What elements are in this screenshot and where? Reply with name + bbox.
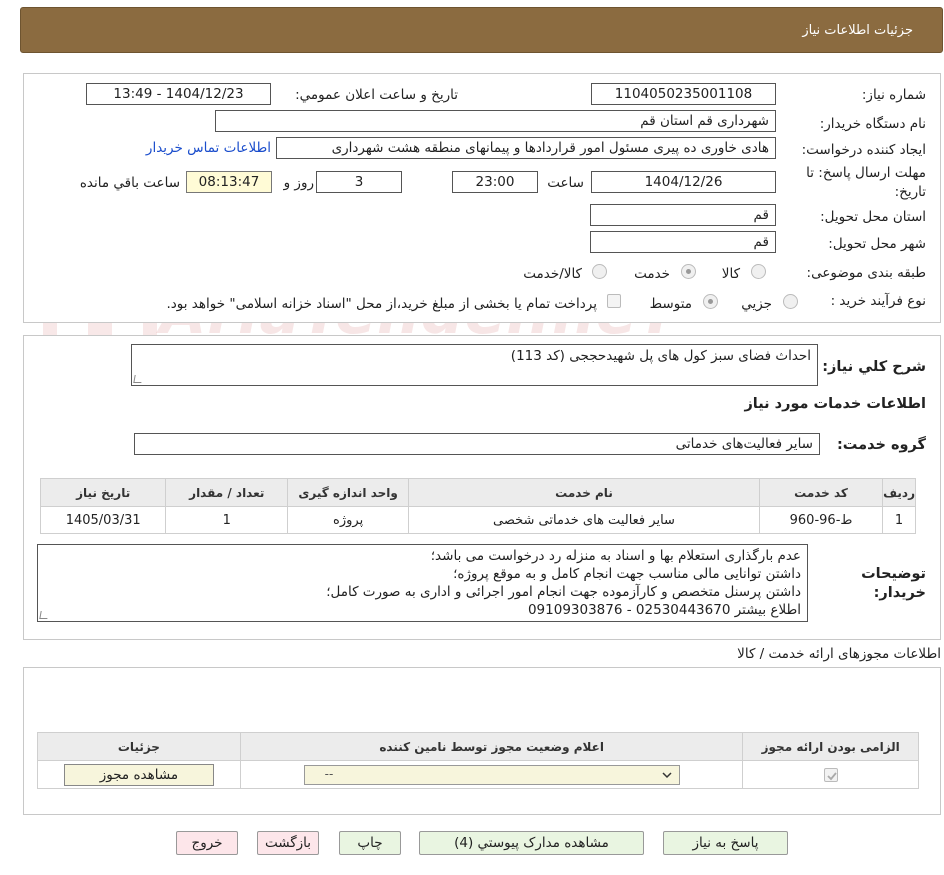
announce-label: تاریخ و ساعت اعلان عمومي:	[295, 87, 458, 103]
cell-qty: 1	[165, 506, 289, 534]
remaining-time-field: 08:13:47	[186, 171, 272, 193]
col-unit: واحد اندازه گیری	[287, 478, 410, 507]
page-title: جزئیات اطلاعات نیاز	[802, 23, 913, 38]
services-table-header: ردیف کد خدمت نام خدمت واحد اندازه گیری ت…	[39, 478, 916, 507]
cell-permit-required	[742, 760, 919, 789]
permits-section-title: اطلاعات مجوزهای ارائه خدمت / کالا	[737, 646, 941, 662]
cell-date: 1405/03/31	[39, 506, 167, 534]
summary-label: شرح کلي نیاز:	[822, 359, 926, 375]
cell-row: 1	[882, 506, 916, 534]
check-icon	[827, 771, 837, 780]
deadline-time-label: ساعت	[547, 175, 584, 191]
deadline-label-date: تاریخ:	[894, 184, 926, 200]
treasury-payment-checkbox[interactable]	[607, 294, 621, 308]
resize-handle-icon[interactable]	[39, 611, 49, 619]
print-button[interactable]: چاپ	[339, 831, 401, 855]
col-name: نام خدمت	[408, 478, 760, 507]
treasury-payment-note: پرداخت تمام یا بخشی از مبلغ خرید،از محل …	[166, 296, 597, 312]
deadline-time-field: 23:00	[452, 171, 538, 193]
col-row: ردیف	[882, 478, 916, 507]
buyer-notes-label: توضیحات	[861, 566, 926, 582]
need-number-field: 1104050235001108	[591, 83, 776, 105]
remaining-time-label: ساعت باقي مانده	[79, 175, 180, 191]
buyer-notes-line: اطلاع بیشتر 02530443670 - 09109303876	[527, 602, 801, 618]
process-option-medium: متوسط	[649, 296, 692, 312]
view-permit-button[interactable]: مشاهده مجوز	[63, 763, 214, 786]
exit-button[interactable]: خروج	[176, 831, 238, 855]
category-option-service: خدمت	[634, 266, 670, 282]
service-group-field: سایر فعالیت‌های خدماتی	[134, 433, 820, 455]
province-field: قم	[590, 204, 776, 226]
col-permit-status: اعلام وضعیت مجوز توسط نامین کننده	[239, 732, 744, 761]
category-label: طبقه بندی موضوعی:	[806, 265, 926, 281]
category-radio-goods-service[interactable]	[592, 264, 607, 279]
col-code: کد خدمت	[758, 478, 884, 507]
chevron-down-icon	[662, 771, 672, 778]
col-date: تاریخ نیاز	[39, 478, 167, 507]
deadline-date-field: 1404/12/26	[591, 171, 776, 193]
process-radio-medium[interactable]	[703, 294, 718, 309]
days-label: روز و	[283, 175, 314, 191]
category-radio-service[interactable]	[681, 264, 696, 279]
permits-table-header: الزامی بودن ارائه مجوز اعلام وضعیت مجوز …	[37, 732, 919, 761]
cell-unit: پروژه	[287, 506, 410, 534]
col-qty: تعداد / مقدار	[165, 478, 289, 507]
process-label: نوع فرآیند خرید :	[830, 293, 926, 309]
cell-permit-status: --	[239, 760, 744, 789]
back-button[interactable]: بازگشت	[257, 831, 319, 855]
province-label: استان محل تحویل:	[820, 209, 926, 225]
category-option-goods-service: کالا/خدمت	[523, 266, 582, 282]
col-permit-required: الزامی بودن ارائه مجوز	[742, 732, 919, 761]
process-radio-minor[interactable]	[783, 294, 798, 309]
reply-to-need-button[interactable]: پاسخ به نیاز	[663, 831, 788, 855]
process-option-minor: جزيي	[741, 296, 772, 312]
cell-permit-details: مشاهده مجوز	[37, 760, 241, 789]
permit-status-select[interactable]: --	[303, 764, 680, 785]
creator-field: هادی خاوری ده پیری مسئول امور قراردادها …	[276, 137, 776, 159]
deadline-label: مهلت ارسال پاسخ: تا	[806, 165, 926, 181]
buyer-notes-line: داشتن توانایی مالی مناسب جهت انجام کامل …	[453, 566, 801, 582]
buyer-org-field: شهرداری قم استان قم	[215, 110, 776, 132]
buyer-notes-line: داشتن پرسنل متخصص و کارآزموده جهت انجام …	[326, 584, 801, 600]
category-option-goods: کالا	[721, 266, 740, 282]
table-row: -- مشاهده مجوز	[37, 760, 919, 789]
cell-code: ط-96-960	[758, 506, 884, 534]
table-row: 1 ط-96-960 سایر فعالیت های خدماتی شخصی پ…	[39, 506, 916, 534]
resize-handle-icon[interactable]	[133, 375, 143, 383]
permit-status-value: --	[324, 766, 334, 781]
city-label: شهر محل تحویل:	[828, 236, 926, 252]
creator-label: ایجاد کننده درخواست:	[801, 142, 926, 158]
col-permit-details: جزئیات	[37, 732, 241, 761]
buyer-notes-line: عدم بارگذاری استعلام بها و اسناد به منزل…	[430, 548, 801, 564]
permits-table: الزامی بودن ارائه مجوز اعلام وضعیت مجوز …	[37, 732, 919, 789]
permit-required-checkbox[interactable]	[823, 767, 838, 782]
view-attachments-button[interactable]: مشاهده مدارک پیوستي (4)	[419, 831, 644, 855]
buyer-org-label: نام دستگاه خریدار:	[819, 116, 926, 132]
summary-text: احداث فضای سبز کول های پل شهیدحججی (کد 1…	[510, 348, 811, 364]
buyer-notes-field: عدم بارگذاری استعلام بها و اسناد به منزل…	[37, 544, 808, 622]
category-radio-goods[interactable]	[751, 264, 766, 279]
cell-name: سایر فعالیت های خدماتی شخصی	[408, 506, 760, 534]
summary-field: احداث فضای سبز کول های پل شهیدحججی (کد 1…	[131, 344, 818, 386]
buyer-notes-label-2: خریدار:	[873, 585, 926, 601]
services-section-title: اطلاعات خدمات مورد نیاز	[744, 396, 926, 412]
announce-field: 1404/12/23 - 13:49	[86, 83, 271, 105]
page-header: جزئیات اطلاعات نیاز	[20, 7, 943, 53]
need-number-label: شماره نیاز:	[861, 87, 926, 103]
days-remaining-field: 3	[316, 171, 402, 193]
city-field: قم	[590, 231, 776, 253]
services-table: ردیف کد خدمت نام خدمت واحد اندازه گیری ت…	[39, 478, 916, 534]
buyer-contact-link[interactable]: اطلاعات تماس خریدار	[146, 140, 271, 156]
service-group-label: گروه خدمت:	[836, 437, 926, 453]
